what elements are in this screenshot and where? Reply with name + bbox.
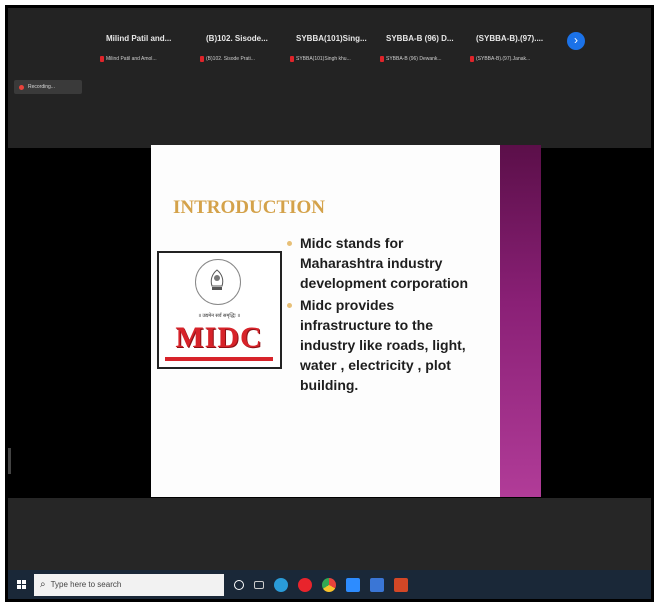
participant-subtitle: SYBBA-B (96) Dewank...	[380, 56, 476, 62]
store-icon[interactable]	[370, 577, 384, 592]
opera-icon[interactable]	[298, 577, 312, 592]
edge-icon[interactable]	[274, 577, 288, 592]
participant-subtitle-text: (SYBBA-B).(97).Janak...	[476, 56, 531, 62]
participant-subtitle-text: (B)102. Sisode Prati...	[206, 56, 255, 62]
search-icon: ⌕	[40, 579, 46, 590]
windows-taskbar: ⌕ Type here to search	[8, 570, 651, 599]
emblem-icon	[210, 269, 224, 290]
seal-icon	[195, 259, 241, 305]
presentation-slide: INTRODUCTION ॥ उद्यमेन सर्वं समृद्धिः ॥ …	[151, 145, 541, 497]
muted-mic-icon	[200, 56, 204, 62]
participant-name: Milind Patil and...	[106, 34, 172, 43]
muted-mic-icon	[290, 56, 294, 62]
slide-accent-bar	[500, 145, 541, 497]
cortana-icon[interactable]	[234, 579, 244, 590]
participant-subtitle-text: SYBBA-B (96) Dewank...	[386, 56, 442, 62]
participant-subtitle: (B)102. Sisode Prati...	[200, 56, 296, 62]
bullet-item: Midc stands for Maharashtra industry dev…	[287, 233, 487, 293]
wordmark-underline	[165, 357, 273, 361]
bullet-text: Midc provides infrastructure to the indu…	[300, 297, 466, 393]
participant-name: (B)102. Sisode...	[206, 34, 268, 43]
meeting-controls-area	[8, 498, 651, 570]
participant-name: SYBBA-B (96) D...	[386, 34, 454, 43]
participant-tile[interactable]: (B)102. Sisode... (B)102. Sisode Prati..…	[200, 34, 298, 74]
bullet-list: Midc stands for Maharashtra industry dev…	[287, 233, 487, 397]
screenshot-frame: Milind Patil and... Milind Patil and Amo…	[5, 5, 654, 602]
recording-dot-icon	[19, 84, 24, 90]
participant-tile[interactable]: Milind Patil and... Milind Patil and Amo…	[100, 34, 198, 74]
seal-motto: ॥ उद्यमेन सर्वं समृद्धिः ॥	[197, 313, 241, 319]
powerpoint-icon[interactable]	[394, 577, 408, 592]
participant-tile[interactable]: SYBBA(101)Sing... SYBBA(101)Singh khu...	[290, 34, 388, 74]
participant-subtitle: Milind Patil and Amol...	[100, 56, 196, 62]
participant-name: (SYBBA-B).(97)....	[476, 34, 544, 43]
recording-label: Recording...	[28, 84, 55, 90]
bullet-icon	[287, 303, 292, 308]
recording-indicator[interactable]: Recording...	[14, 80, 82, 94]
bullet-icon	[287, 241, 292, 246]
chevron-right-icon: ›	[574, 33, 578, 47]
participant-subtitle-text: Milind Patil and Amol...	[106, 56, 157, 62]
taskbar-search[interactable]: ⌕ Type here to search	[34, 573, 224, 596]
zoom-icon[interactable]	[346, 577, 360, 592]
participant-subtitle: (SYBBA-B).(97).Janak...	[470, 56, 566, 62]
side-handle[interactable]	[8, 448, 11, 474]
windows-icon	[16, 580, 26, 589]
participant-subtitle: SYBBA(101)Singh khu...	[290, 56, 386, 62]
bullet-text: Midc stands for Maharashtra industry dev…	[300, 235, 469, 291]
slide-title: INTRODUCTION	[173, 197, 326, 218]
task-view-icon[interactable]	[254, 580, 264, 589]
midc-logo: ॥ उद्यमेन सर्वं समृद्धिः ॥ MIDC	[157, 251, 282, 369]
participant-name: SYBBA(101)Sing...	[296, 34, 367, 43]
search-placeholder: Type here to search	[50, 580, 122, 589]
midc-wordmark: MIDC	[175, 321, 263, 354]
muted-mic-icon	[100, 56, 104, 62]
participant-subtitle-text: SYBBA(101)Singh khu...	[296, 56, 351, 62]
muted-mic-icon	[380, 56, 384, 62]
participant-strip: Milind Patil and... Milind Patil and Amo…	[8, 8, 651, 148]
start-button[interactable]	[8, 570, 34, 599]
next-participants-button[interactable]: ›	[567, 32, 585, 50]
chrome-icon[interactable]	[322, 577, 336, 592]
bullet-item: Midc provides infrastructure to the indu…	[287, 295, 487, 395]
participant-tile[interactable]: SYBBA-B (96) D... SYBBA-B (96) Dewank...	[380, 34, 478, 74]
participant-tile[interactable]: (SYBBA-B).(97).... (SYBBA-B).(97).Janak.…	[470, 34, 568, 74]
muted-mic-icon	[470, 56, 474, 62]
